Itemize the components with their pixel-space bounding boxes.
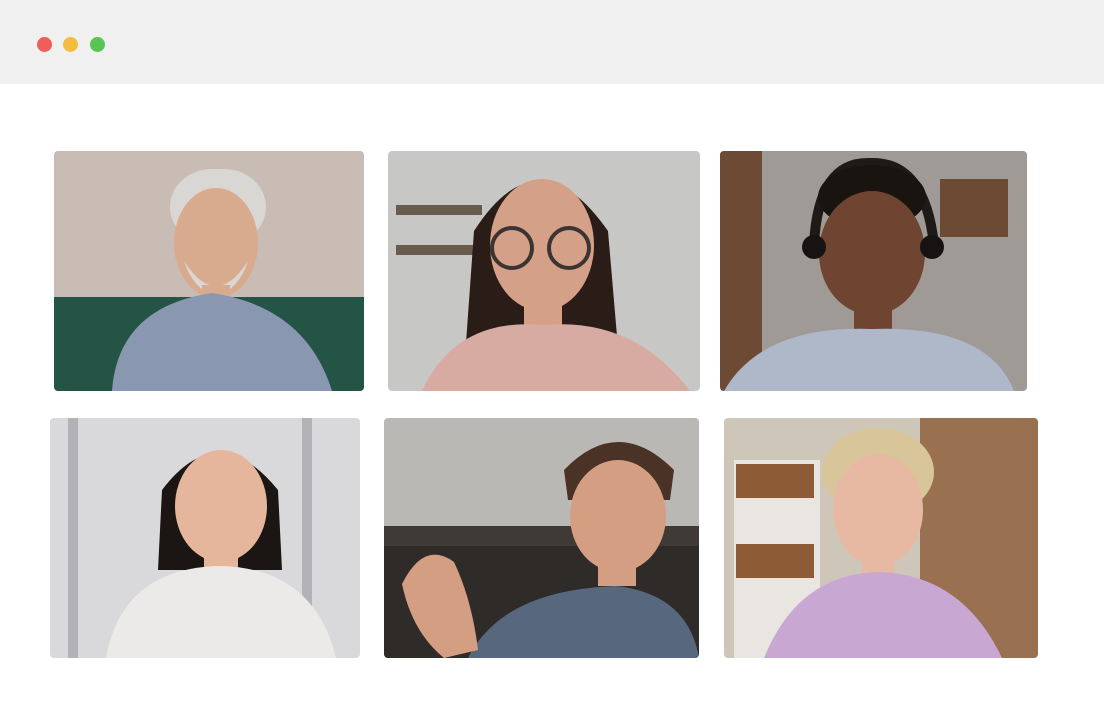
participant-video-icon: [50, 418, 360, 658]
close-window-button[interactable]: [37, 37, 52, 52]
participant-video-icon: [724, 418, 1038, 658]
participant-video-icon: [384, 418, 699, 658]
participant-video-tile[interactable]: [50, 418, 360, 658]
participant-video-icon: [388, 151, 700, 391]
participant-video-tile[interactable]: [724, 418, 1038, 658]
minimize-window-button[interactable]: [63, 37, 78, 52]
window-titlebar: [0, 0, 1104, 84]
participant-video-tile[interactable]: [388, 151, 700, 391]
participant-video-tile[interactable]: [384, 418, 699, 658]
participant-video-tile[interactable]: [720, 151, 1027, 391]
maximize-window-button[interactable]: [90, 37, 105, 52]
participant-video-icon: [720, 151, 1027, 391]
participant-video-icon: [54, 151, 364, 391]
participant-video-tile[interactable]: [54, 151, 364, 391]
